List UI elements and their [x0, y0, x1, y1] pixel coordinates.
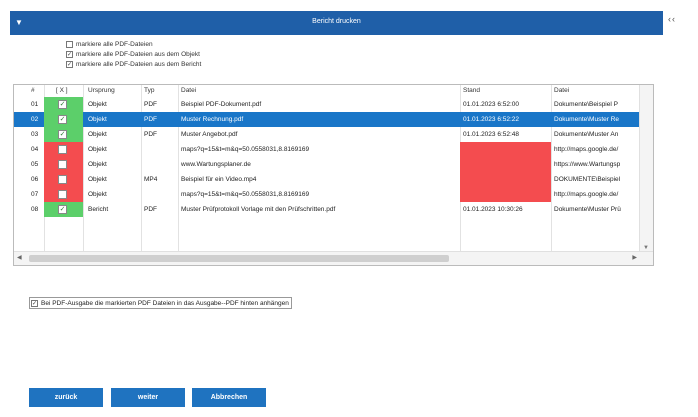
row-checkbox[interactable]: ✓: [58, 130, 67, 139]
window-title: Bericht drucken: [312, 18, 361, 25]
row-number: 08: [31, 206, 39, 213]
status-cell: ✓: [44, 127, 83, 142]
table-row[interactable]: 05 Objekt www.Wartungsplaner.de https://www…: [14, 157, 641, 172]
double-chevron-left-icon[interactable]: ‹‹: [668, 13, 692, 25]
row-file: maps?q=15&t=m&q=50.0558031,8.8169169: [181, 146, 310, 153]
row-origin: Objekt: [88, 176, 107, 183]
row-file: Muster Rechnung.pdf: [181, 116, 244, 123]
row-type: PDF: [144, 206, 157, 213]
column-header-file[interactable]: Datei: [181, 85, 196, 97]
table-row[interactable]: 07 Objekt maps?q=15&t=m&q=50.0558031,8.816…: [14, 187, 641, 202]
table-row[interactable]: 04 Objekt maps?q=15&t=m&q=50.0558031,8.816…: [14, 142, 641, 157]
row-number: 05: [31, 161, 39, 168]
row-file: Muster Angebot.pdf: [181, 131, 238, 138]
checkbox[interactable]: ✓: [66, 50, 73, 58]
row-type: PDF: [144, 101, 157, 108]
row-path: http://maps.google.de/: [554, 191, 619, 198]
row-file: www.Wartungsplaner.de: [181, 161, 251, 168]
checkbox[interactable]: ✓: [66, 60, 73, 68]
row-type: PDF: [144, 131, 157, 138]
option-label: markiere alle PDF-Dateien aus dem Objekt: [76, 50, 200, 58]
append-pdf-label: Bei PDF-Ausgabe die markierten PDF Datei…: [41, 299, 289, 307]
column-header-origin[interactable]: Ursprung: [88, 85, 115, 97]
row-path: Dokumente\Muster An: [554, 131, 619, 138]
status-cell: ✓: [44, 112, 83, 127]
option-label: markiere alle PDF-Dateien: [76, 40, 153, 48]
table-header: # [ X ] Ursprung Typ Datei Stand Datei: [14, 85, 653, 97]
append-pdf-option[interactable]: ✓ Bei PDF-Ausgabe die markierten PDF Dat…: [29, 297, 292, 309]
column-header-number[interactable]: #: [31, 85, 35, 97]
row-date: 01.01.2023 6:52:48: [463, 131, 520, 138]
row-checkbox[interactable]: [58, 175, 67, 184]
table-row[interactable]: ✓ 08 Bericht PDF Muster Prüfprotokoll Vorlag…: [14, 202, 641, 217]
row-file: Muster Prüfprotokoll Vorlage mit den Prü…: [181, 206, 336, 213]
status-cell: [44, 172, 83, 187]
row-path: Dokumente\Muster Re: [554, 116, 620, 123]
scroll-left-icon[interactable]: ◀: [17, 254, 22, 261]
vertical-scrollbar[interactable]: ▼: [639, 85, 653, 253]
column-header-date[interactable]: Stand: [463, 85, 480, 97]
status-cell: [44, 157, 83, 172]
row-file: Beispiel PDF-Dokument.pdf: [181, 101, 262, 108]
row-file: Beispiel für ein Video.mp4: [181, 176, 257, 183]
row-date: 01.01.2023 6:52:00: [463, 101, 520, 108]
table-row[interactable]: ✓ 01 Objekt PDF Beispiel PDF-Dokument.pdf 01.…: [14, 97, 641, 112]
status-cell: [44, 187, 83, 202]
mark-options: markiere alle PDF-Dateien ✓ markiere all…: [66, 39, 201, 69]
row-origin: Objekt: [88, 116, 107, 123]
row-checkbox[interactable]: ✓: [58, 115, 67, 124]
column-header-type[interactable]: Typ: [144, 85, 154, 97]
cancel-button[interactable]: Abbrechen: [192, 388, 266, 407]
row-number: 04: [31, 146, 39, 153]
row-origin: Objekt: [88, 161, 107, 168]
file-table: # [ X ] Ursprung Typ Datei Stand Datei ✓…: [13, 84, 654, 266]
option-mark-object[interactable]: ✓ markiere alle PDF-Dateien aus dem Obje…: [66, 49, 201, 59]
checkbox[interactable]: ✓: [31, 299, 38, 307]
scroll-thumb[interactable]: [29, 255, 449, 262]
row-number: 01: [31, 101, 39, 108]
table-row[interactable]: ✓ 02 Objekt PDF Muster Rechnung.pdf 01.01.202…: [14, 112, 641, 127]
option-mark-report[interactable]: ✓ markiere alle PDF-Dateien aus dem Beri…: [66, 59, 201, 69]
row-origin: Objekt: [88, 146, 107, 153]
horizontal-scrollbar[interactable]: ◀ ▶: [14, 251, 653, 265]
row-path: https://www.Wartungsp: [554, 161, 621, 168]
status-cell: [44, 142, 83, 157]
row-date: 01.01.2023 10:30:26: [463, 206, 523, 213]
status-cell: ✓: [44, 97, 83, 112]
option-label: markiere alle PDF-Dateien aus dem Berich…: [76, 60, 202, 68]
row-origin: Objekt: [88, 131, 107, 138]
row-checkbox[interactable]: ✓: [58, 205, 67, 214]
row-checkbox[interactable]: [58, 145, 67, 154]
table-row[interactable]: 06 Objekt MP4 Beispiel für ein Video.mp4 DOK…: [14, 172, 641, 187]
title-bar: ▼ Bericht drucken: [10, 11, 663, 35]
scroll-right-icon[interactable]: ▶: [632, 254, 637, 261]
column-header-path[interactable]: Datei: [554, 85, 569, 97]
row-checkbox[interactable]: [58, 190, 67, 199]
row-type: PDF: [144, 116, 157, 123]
row-date: 01.01.2023 6:52:22: [463, 116, 520, 123]
option-mark-all[interactable]: markiere alle PDF-Dateien: [66, 39, 201, 49]
row-type: MP4: [144, 176, 158, 183]
row-origin: Bericht: [88, 206, 109, 213]
column-header-check[interactable]: [ X ]: [56, 85, 68, 97]
row-number: 02: [31, 116, 39, 123]
row-path: DOKUMENTE\Beispiel: [554, 176, 621, 183]
row-number: 03: [31, 131, 39, 138]
status-cell: ✓: [44, 202, 83, 217]
row-file: maps?q=15&t=m&q=50.0558031,8.8169169: [181, 191, 310, 198]
row-origin: Objekt: [88, 101, 107, 108]
back-button[interactable]: zurück: [29, 388, 103, 407]
row-path: Dokumente\Muster Prü: [554, 206, 621, 213]
row-checkbox[interactable]: [58, 160, 67, 169]
next-button[interactable]: weiter: [111, 388, 185, 407]
checkbox[interactable]: [66, 40, 73, 48]
row-checkbox[interactable]: ✓: [58, 100, 67, 109]
table-row[interactable]: ✓ 03 Objekt PDF Muster Angebot.pdf 01.01.2023…: [14, 127, 641, 142]
row-number: 06: [31, 176, 39, 183]
row-origin: Objekt: [88, 191, 107, 198]
row-path: Dokumente\Beispiel P: [554, 101, 618, 108]
row-number: 07: [31, 191, 39, 198]
row-path: http://maps.google.de/: [554, 146, 619, 153]
